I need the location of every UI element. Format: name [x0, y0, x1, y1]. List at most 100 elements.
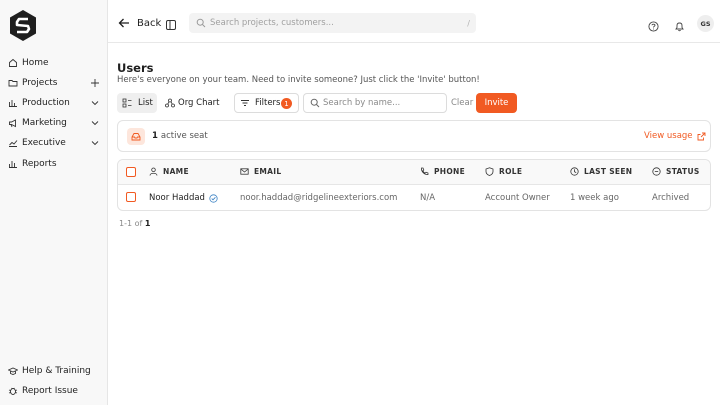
global-search-placeholder: Search projects, customers... — [210, 18, 334, 28]
pagination-total: 1 — [144, 219, 151, 228]
phone-icon — [421, 167, 429, 175]
sidebar-item-label: Reports — [22, 159, 57, 169]
column-header-label: ROLE — [499, 167, 523, 176]
column-header-status[interactable]: STATUS — [652, 167, 700, 176]
arrow-left-icon — [118, 18, 129, 28]
page-subtitle: Here's everyone on your team. Need to in… — [117, 75, 480, 85]
users-table: NAME EMAIL PHONE ROLE LAST SEEN STATUS N… — [117, 159, 711, 211]
sidebar-item-label: Home — [22, 58, 49, 68]
clear-button[interactable]: Clear — [451, 93, 473, 113]
column-header-phone[interactable]: PHONE — [420, 167, 465, 176]
view-usage-link[interactable]: View usage — [644, 131, 706, 141]
chevron-down-icon[interactable] — [90, 138, 100, 148]
verified-check-icon — [209, 193, 218, 203]
active-seat-label: active seat — [160, 131, 208, 141]
megaphone-icon — [8, 118, 18, 128]
filter-lines-icon — [241, 100, 249, 106]
sidebar: Home Projects Production Marketing Execu… — [0, 0, 108, 405]
sidebar-item-label: Report Issue — [22, 386, 78, 396]
user-status-cell: Archived — [652, 193, 690, 203]
column-header-label: PHONE — [434, 167, 466, 176]
org-chart-icon — [165, 98, 175, 108]
hexagon-s-logo-icon[interactable] — [8, 9, 38, 42]
search-icon — [310, 98, 320, 108]
user-email-cell: noor.haddad@ridgelineexteriors.com — [240, 193, 398, 203]
chevron-down-icon[interactable] — [90, 98, 100, 108]
table-header: NAME EMAIL PHONE ROLE LAST SEEN STATUS — [118, 160, 710, 185]
back-button[interactable]: Back — [118, 15, 161, 31]
column-header-label: STATUS — [666, 167, 700, 176]
sidebar-item-projects[interactable]: Projects — [0, 73, 108, 93]
sidebar-item-marketing[interactable]: Marketing — [0, 113, 108, 133]
active-seats-card: 1 active seat View usage — [117, 120, 711, 152]
org-chart-label: Org Chart — [178, 98, 220, 108]
sidebar-item-label: Executive — [22, 138, 66, 148]
sidebar-item-label: Production — [22, 98, 70, 108]
sidebar-toggle-icon[interactable] — [165, 16, 177, 30]
user-icon — [149, 167, 158, 176]
sidebar-item-home[interactable]: Home — [0, 53, 108, 73]
inbox-icon — [127, 128, 145, 145]
external-link-icon — [697, 132, 705, 140]
user-phone-cell: N/A — [420, 193, 436, 203]
bell-icon[interactable] — [674, 17, 685, 32]
invite-button[interactable]: Invite — [476, 93, 517, 113]
pagination-summary: 1-1 of 1 — [119, 219, 150, 228]
pagination-range: 1-1 — [119, 219, 133, 228]
graduation-cap-icon — [8, 366, 18, 376]
name-search-input[interactable] — [323, 96, 443, 110]
filters-label: Filters — [255, 98, 281, 108]
sidebar-item-executive[interactable]: Executive — [0, 133, 108, 153]
sidebar-item-label: Marketing — [22, 118, 67, 128]
bug-icon — [8, 386, 18, 396]
sidebar-item-production[interactable]: Production — [0, 93, 108, 113]
pagination-of: of — [134, 219, 143, 228]
name-search-field[interactable] — [303, 93, 447, 113]
sidebar-item-reports[interactable]: Reports — [0, 154, 108, 174]
user-last-seen-cell: 1 week ago — [570, 193, 619, 203]
clock-icon — [570, 167, 579, 176]
sidebar-item-label: Projects — [22, 78, 58, 88]
chevron-down-icon[interactable] — [90, 118, 100, 128]
shield-icon — [485, 167, 494, 176]
top-bar: Back Search projects, customers... / GS — [108, 0, 720, 43]
column-header-last-seen[interactable]: LAST SEEN — [570, 167, 632, 176]
column-header-label: LAST SEEN — [584, 167, 633, 176]
folder-icon — [8, 78, 18, 88]
select-all-checkbox[interactable] — [126, 167, 136, 177]
sidebar-item-help-training[interactable]: Help & Training — [0, 361, 108, 381]
user-name-cell[interactable]: Noor Haddad — [149, 193, 218, 203]
avatar[interactable]: GS — [697, 15, 714, 32]
help-icon[interactable] — [648, 17, 659, 32]
column-header-label: NAME — [163, 167, 189, 176]
filters-count-badge: 1 — [281, 98, 292, 109]
search-icon — [196, 18, 206, 28]
user-role-cell: Account Owner — [485, 193, 550, 203]
active-seat-text: 1 active seat — [152, 131, 208, 141]
column-header-email[interactable]: EMAIL — [240, 167, 281, 176]
view-usage-label: View usage — [644, 131, 693, 141]
filters-button[interactable]: Filters 1 — [234, 93, 299, 113]
home-icon — [8, 58, 18, 68]
list-view-label: List — [138, 98, 153, 108]
bar-chart-icon — [8, 98, 18, 108]
sidebar-item-report-issue[interactable]: Report Issue — [0, 381, 108, 401]
list-view-button[interactable]: List — [117, 93, 157, 113]
active-seat-count: 1 — [152, 131, 158, 141]
list-grid-icon — [122, 98, 132, 108]
search-shortcut-hint: / — [467, 18, 470, 28]
column-header-role[interactable]: ROLE — [485, 167, 522, 176]
row-checkbox[interactable] — [126, 192, 136, 202]
table-row[interactable]: Noor Haddad noor.haddad@ridgelineexterio… — [118, 185, 710, 210]
global-search-input[interactable]: Search projects, customers... / — [189, 13, 476, 33]
mail-icon — [240, 168, 249, 175]
org-chart-button[interactable]: Org Chart — [160, 93, 220, 113]
plus-icon[interactable] — [90, 78, 100, 88]
column-header-label: EMAIL — [254, 167, 282, 176]
column-header-name[interactable]: NAME — [149, 167, 189, 176]
main-content: Back Search projects, customers... / GS … — [108, 0, 720, 405]
page-title: Users — [117, 61, 154, 75]
trend-line-icon — [8, 138, 18, 148]
back-label: Back — [137, 17, 162, 29]
sidebar-item-label: Help & Training — [22, 366, 91, 376]
